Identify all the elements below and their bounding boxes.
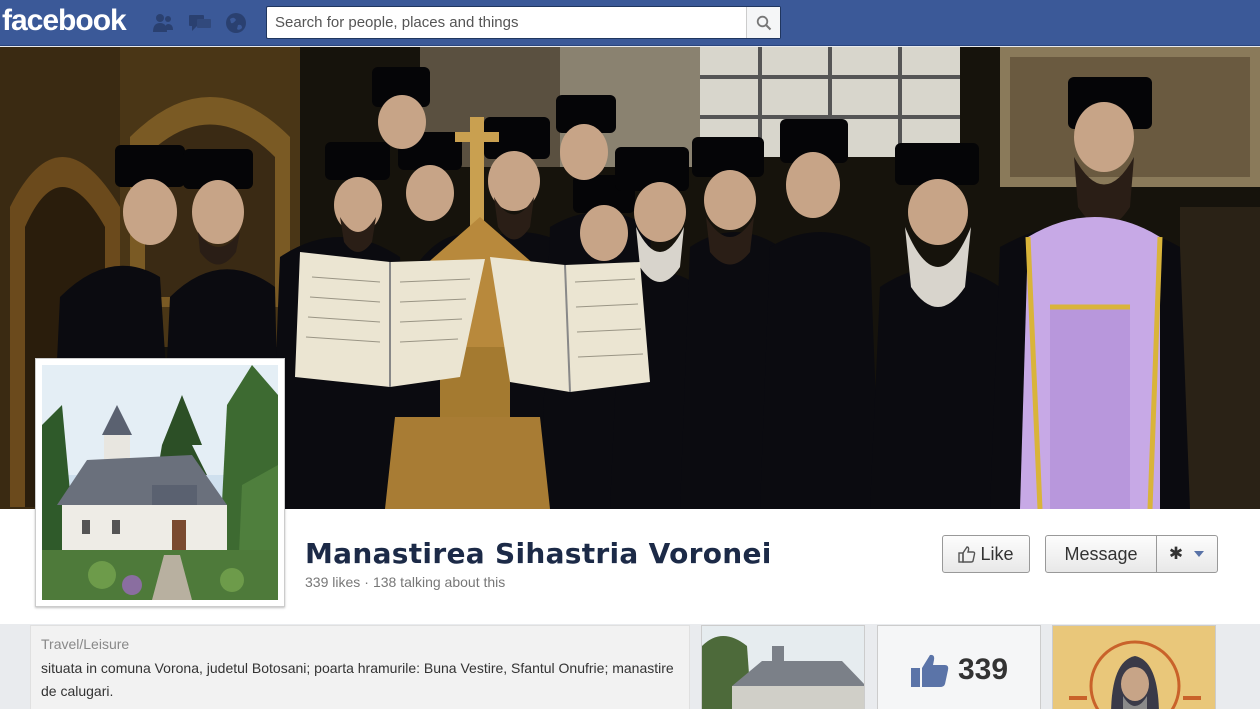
settings-dropdown-button[interactable]: ✱	[1156, 535, 1218, 573]
thumbs-up-icon	[910, 654, 949, 687]
search-input[interactable]	[267, 7, 745, 38]
photos-thumbnail[interactable]	[701, 625, 865, 709]
icon-thumbnail[interactable]	[1052, 625, 1216, 709]
likes-box-count: 339	[957, 653, 1009, 686]
facebook-logo[interactable]: facebook	[2, 4, 127, 38]
notifications-globe-icon[interactable]	[224, 12, 248, 34]
page-stats: 339 likes · 138 talking about this	[305, 574, 505, 590]
like-button-label: Like	[980, 543, 1014, 564]
likes-count-text[interactable]: 339 likes	[305, 574, 360, 590]
page-category[interactable]: Travel/Leisure	[41, 636, 679, 652]
search-box	[266, 6, 781, 39]
message-button[interactable]: Message	[1045, 535, 1157, 573]
thumbs-up-icon	[958, 546, 976, 563]
like-button[interactable]: Like	[942, 535, 1030, 573]
talking-about-text: 138 talking about this	[372, 574, 506, 590]
message-button-label: Message	[1064, 543, 1138, 564]
gear-icon: ✱	[1168, 544, 1184, 563]
stats-separator: ·	[364, 574, 369, 590]
top-navigation-bar: facebook	[0, 0, 1260, 46]
search-button[interactable]	[746, 7, 780, 38]
profile-picture[interactable]	[35, 358, 285, 607]
messages-icon[interactable]	[188, 12, 212, 34]
friends-icon[interactable]	[151, 12, 175, 34]
chevron-down-icon	[1194, 551, 1205, 557]
page-description: situata in comuna Vorona, judetul Botosa…	[41, 660, 674, 699]
likes-box[interactable]: 339	[877, 625, 1041, 709]
page-title: Manastirea Sihastria Voronei	[305, 537, 772, 570]
search-icon	[756, 15, 771, 30]
about-box: Travel/Leisure situata in comuna Vorona,…	[30, 625, 690, 709]
